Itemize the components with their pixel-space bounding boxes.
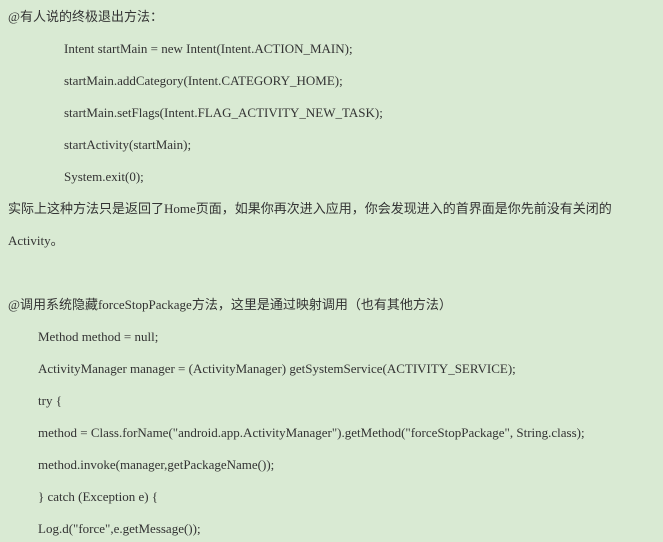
section1-note-line2: Activity。 xyxy=(8,228,655,254)
section1-note-line1: 实际上这种方法只是返回了Home页面，如果你再次进入应用，你会发现进入的首界面是… xyxy=(8,196,655,222)
code-line: method.invoke(manager,getPackageName()); xyxy=(8,452,655,478)
document-body: @有人说的终极退出方法： Intent startMain = new Inte… xyxy=(0,0,663,542)
code-line: method = Class.forName("android.app.Acti… xyxy=(8,420,655,446)
code-line: ActivityManager manager = (ActivityManag… xyxy=(8,356,655,382)
code-line: try { xyxy=(8,388,655,414)
code-line: System.exit(0); xyxy=(8,164,655,190)
code-line: startMain.setFlags(Intent.FLAG_ACTIVITY_… xyxy=(8,100,655,126)
code-line: Method method = null; xyxy=(8,324,655,350)
blank-line xyxy=(8,260,655,286)
section2-heading: @调用系统隐藏forceStopPackage方法，这里是通过映射调用（也有其他… xyxy=(8,292,655,318)
code-line: } catch (Exception e) { xyxy=(8,484,655,510)
code-line: Intent startMain = new Intent(Intent.ACT… xyxy=(8,36,655,62)
code-line: startMain.addCategory(Intent.CATEGORY_HO… xyxy=(8,68,655,94)
code-line: Log.d("force",e.getMessage()); xyxy=(8,516,655,542)
section1-heading: @有人说的终极退出方法： xyxy=(8,4,655,30)
code-line: startActivity(startMain); xyxy=(8,132,655,158)
